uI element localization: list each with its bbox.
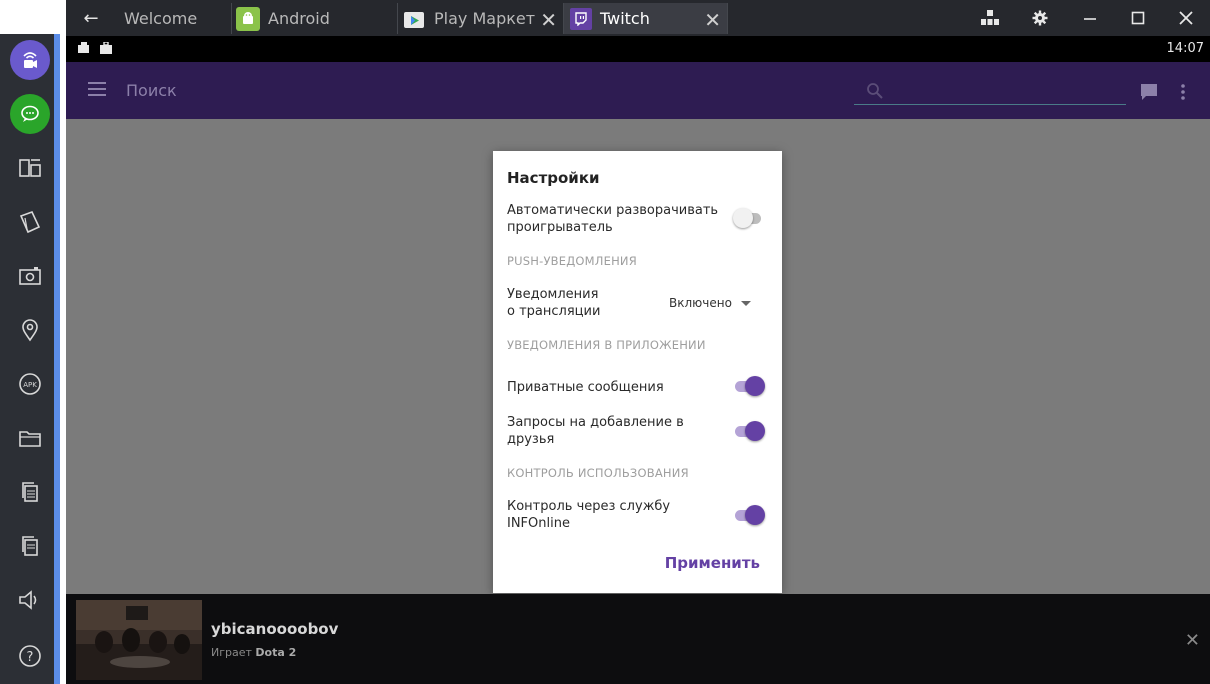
chat-icon[interactable]	[10, 94, 50, 134]
twitch-icon	[570, 7, 592, 30]
back-button[interactable]: ←	[66, 0, 116, 36]
camera-icon[interactable]	[10, 256, 50, 296]
apply-button[interactable]: Применить	[665, 554, 760, 572]
stream-notifications-select[interactable]: Включено	[669, 294, 767, 314]
tab-label: Twitch	[600, 9, 650, 28]
android-icon	[236, 6, 260, 31]
search-icon[interactable]	[866, 82, 884, 100]
tab-android[interactable]: Android	[232, 3, 398, 34]
close-window-icon[interactable]	[1164, 0, 1208, 36]
close-icon[interactable]: ✕	[704, 8, 721, 32]
label-line: INFOnline	[507, 516, 570, 531]
private-messages-label: Приватные сообщения	[507, 380, 664, 395]
maximize-icon[interactable]	[1116, 0, 1160, 36]
channel-name: ybicanoooobov	[211, 620, 339, 638]
label-line: о трансляции	[507, 304, 601, 319]
menu-icon[interactable]	[88, 82, 106, 96]
stream-notifications-label: Уведомления о трансляции	[507, 286, 600, 320]
play-store-icon	[402, 7, 426, 31]
clock: 14:07	[1166, 41, 1204, 56]
game-name: Dota 2	[255, 646, 297, 659]
section-usage: КОНТРОЛЬ ИСПОЛЬЗОВАНИЯ	[507, 466, 689, 480]
playing-game: Играет Dota 2	[211, 646, 296, 659]
briefcase-icon	[100, 42, 112, 54]
tab-label: Android	[268, 9, 330, 28]
auto-expand-toggle[interactable]	[733, 207, 765, 229]
tab-welcome[interactable]: Welcome	[116, 3, 232, 34]
mini-player[interactable]: ybicanoooobov Играет Dota 2 ✕	[66, 594, 1210, 684]
infonline-toggle[interactable]	[733, 504, 765, 526]
tab-twitch[interactable]: Twitch ✕	[564, 3, 728, 34]
dialog-title: Настройки	[507, 169, 600, 187]
message-icon[interactable]	[1139, 82, 1159, 102]
playing-prefix: Играет	[211, 646, 252, 659]
tab-label: Play Маркет	[434, 9, 536, 28]
paste-icon[interactable]	[10, 526, 50, 566]
more-vert-icon[interactable]	[1176, 82, 1190, 102]
private-messages-toggle[interactable]	[733, 375, 765, 397]
video-call-icon[interactable]	[10, 40, 50, 80]
select-value: Включено	[669, 296, 732, 310]
apps-grid-icon[interactable]	[968, 0, 1012, 36]
close-icon[interactable]: ✕	[1185, 630, 1200, 651]
location-icon[interactable]	[10, 310, 50, 350]
android-status-bar: 14:07	[66, 36, 1210, 62]
svg-text:APK: APK	[23, 381, 37, 389]
section-push: PUSH-УВЕДОМЛЕНИЯ	[507, 254, 637, 268]
folder-icon[interactable]	[10, 418, 50, 458]
friend-requests-label: Запросы на добавление в друзья	[507, 415, 684, 447]
stream-thumbnail[interactable]	[76, 600, 202, 680]
settings-dialog: Настройки Автоматически разворачивать пр…	[493, 151, 782, 593]
auto-expand-label: Автоматически разворачивать проигрывател…	[507, 203, 719, 235]
volume-icon[interactable]	[10, 580, 50, 620]
dropdown-arrow-icon	[741, 301, 751, 306]
layout-icon[interactable]	[10, 148, 50, 188]
app-bar: Поиск	[66, 62, 1210, 119]
apk-icon[interactable]: APK	[10, 364, 50, 404]
section-in-app: УВЕДОМЛЕНИЯ В ПРИЛОЖЕНИИ	[507, 338, 706, 352]
infonline-label: Контроль через службу INFOnline	[507, 498, 670, 532]
minimize-icon[interactable]	[1068, 0, 1112, 36]
page-title: Поиск	[126, 81, 177, 100]
gear-icon[interactable]	[1018, 0, 1062, 36]
friend-requests-toggle[interactable]	[733, 420, 765, 442]
tab-label: Welcome	[124, 9, 198, 28]
notification-icon	[78, 42, 89, 53]
bluestacks-window: ← Welcome Android Play Маркет ✕ Twitch ✕	[0, 0, 1210, 684]
help-icon[interactable]: ?	[10, 636, 50, 676]
cards-icon[interactable]	[10, 202, 50, 242]
label-line: Уведомления	[507, 287, 599, 302]
tab-play-market[interactable]: Play Маркет ✕	[398, 3, 564, 34]
copy-icon[interactable]	[10, 472, 50, 512]
corner-blank	[0, 0, 66, 34]
label-line: Контроль через службу	[507, 499, 671, 514]
close-icon[interactable]: ✕	[540, 8, 557, 32]
left-sidebar: APK ?	[0, 34, 60, 684]
svg-text:?: ?	[27, 650, 34, 665]
search-input[interactable]	[854, 104, 1126, 105]
